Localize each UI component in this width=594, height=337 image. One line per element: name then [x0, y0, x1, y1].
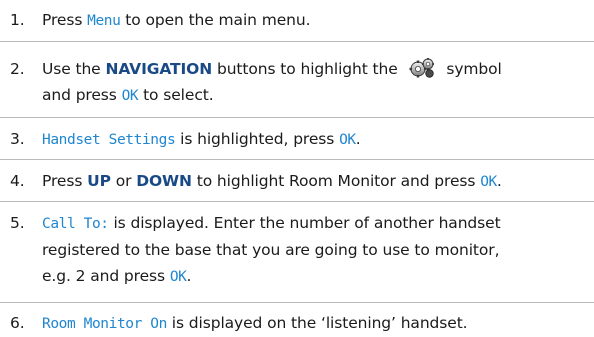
- text: Press: [42, 11, 88, 29]
- text: buttons to highlight the: [212, 60, 403, 78]
- ok-key-label: OK: [339, 132, 356, 148]
- divider: [0, 302, 594, 303]
- text: .: [186, 267, 192, 285]
- text: is displayed on the ‘listening’ handset.: [166, 314, 468, 332]
- text: Use the: [42, 60, 106, 78]
- step-number: 4.: [10, 172, 25, 190]
- step-text: Press Menu to open the main menu.: [42, 7, 585, 34]
- divider: [0, 159, 594, 160]
- step-text: Handset Settings is highlighted, press O…: [42, 126, 585, 153]
- step-number: 5.: [10, 214, 25, 232]
- handset-settings-label: Handset Settings: [42, 132, 176, 148]
- step-text: Call To: is displayed. Enter the number …: [42, 210, 585, 290]
- text: is displayed. Enter the number of anothe…: [108, 214, 501, 232]
- step-text: Press UP or DOWN to highlight Room Monit…: [42, 168, 585, 195]
- text: e.g. 2 and press: [42, 267, 170, 285]
- menu-key-label: Menu: [87, 13, 121, 29]
- step-number: 6.: [10, 314, 25, 332]
- room-monitor-on-label: Room Monitor On: [42, 316, 167, 332]
- ok-key-label: OK: [121, 88, 139, 104]
- step-text: Use the NAVIGATION buttons to highlight …: [42, 56, 585, 109]
- divider: [0, 117, 594, 118]
- text: is highlighted, press: [175, 130, 340, 148]
- text: registered to the base that you are goin…: [42, 241, 500, 259]
- text: symbol: [441, 60, 502, 78]
- navigation-label: NAVIGATION: [105, 60, 213, 78]
- text: Press: [42, 172, 88, 190]
- text: and press: [42, 86, 122, 104]
- step-number: 1.: [10, 11, 25, 29]
- step-1: 1. Press Menu to open the main menu.: [10, 7, 585, 34]
- ok-key-label: OK: [169, 269, 187, 285]
- settings-gear-icon: [408, 57, 436, 79]
- ok-key-label: OK: [480, 174, 497, 190]
- step-4: 4. Press UP or DOWN to highlight Room Mo…: [10, 168, 585, 195]
- text: .: [355, 130, 361, 148]
- step-text: Room Monitor On is displayed on the ‘lis…: [42, 310, 585, 337]
- step-number: 3.: [10, 130, 25, 148]
- step-2: 2. Use the NAVIGATION buttons to highlig…: [10, 56, 585, 109]
- divider: [0, 41, 594, 42]
- step-number: 2.: [10, 60, 25, 78]
- divider: [0, 201, 594, 202]
- up-label: UP: [87, 172, 111, 190]
- text: to select.: [138, 86, 214, 104]
- call-to-label: Call To:: [42, 216, 109, 232]
- text: to open the main menu.: [120, 11, 311, 29]
- text: or: [110, 172, 137, 190]
- text: to highlight Room Monitor and press: [191, 172, 481, 190]
- step-6: 6. Room Monitor On is displayed on the ‘…: [10, 310, 585, 337]
- step-3: 3. Handset Settings is highlighted, pres…: [10, 126, 585, 153]
- down-label: DOWN: [136, 172, 192, 190]
- step-5: 5. Call To: is displayed. Enter the numb…: [10, 210, 585, 290]
- text: .: [496, 172, 502, 190]
